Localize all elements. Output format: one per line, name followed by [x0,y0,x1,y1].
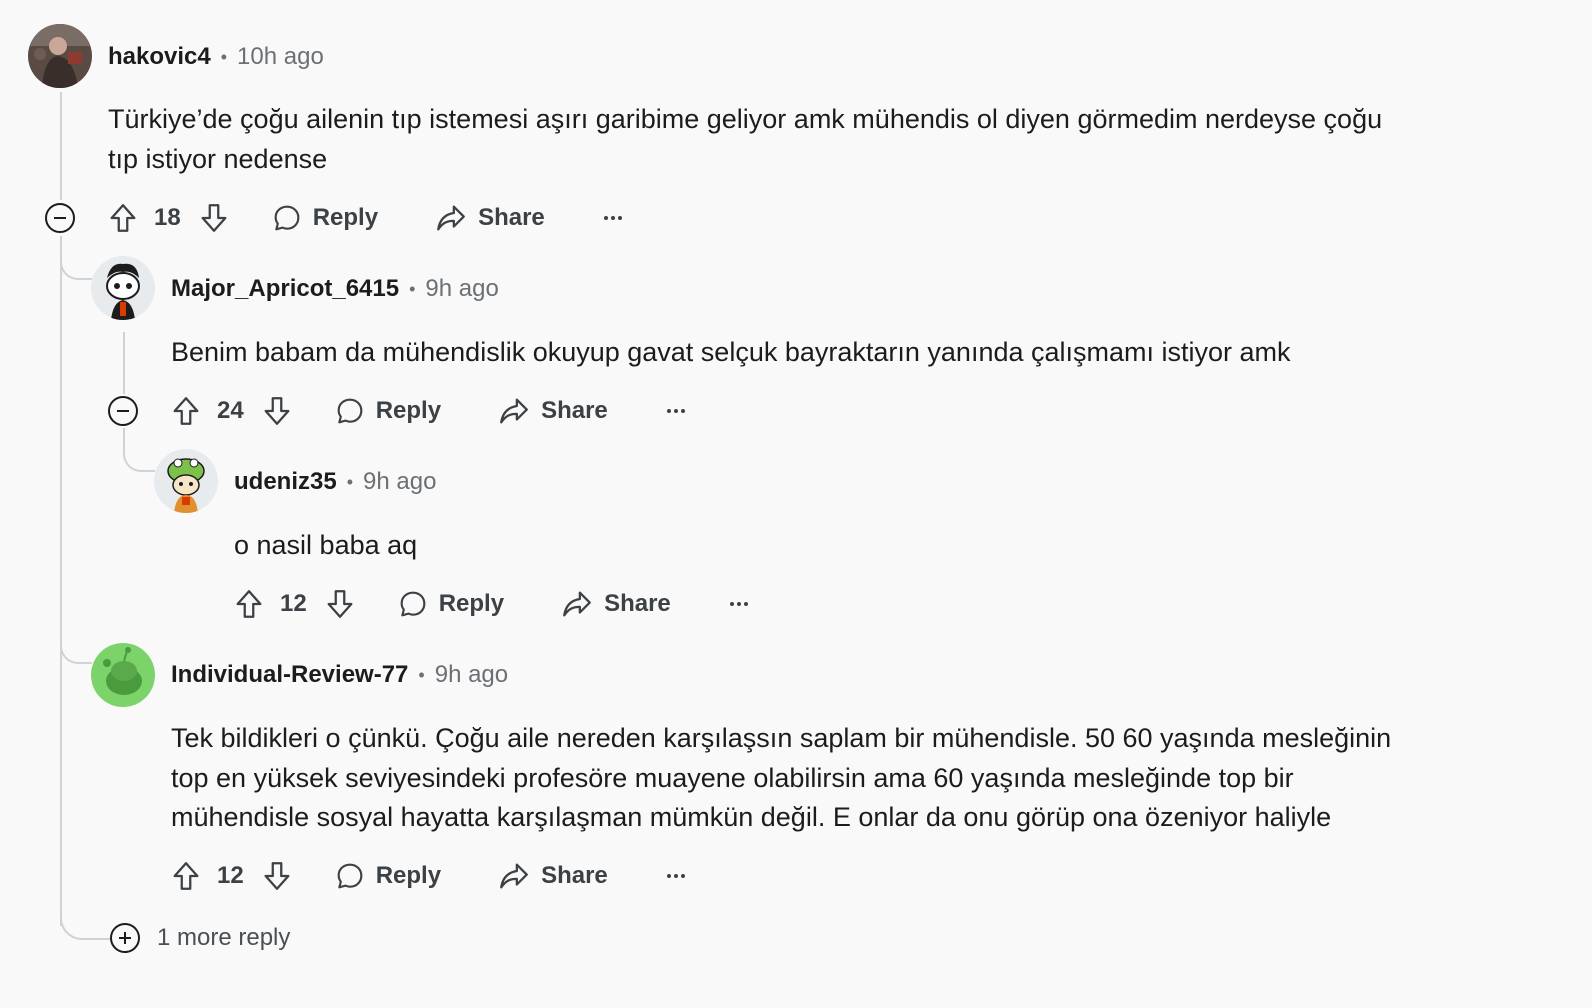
comment-actions-individual-review: 12 Reply Share [169,854,688,898]
share-label: Share [541,862,608,889]
share-label: Share [478,204,545,231]
meta-separator: • [220,46,228,67]
comment-meta-hakovic4: hakovic4 • 10h ago [108,41,324,73]
comment-body-major-apricot: Benim babam da mühendislik okuyup gavat … [171,333,1491,373]
more-replies-button[interactable]: 1 more reply [109,922,290,954]
share-arrow-icon [500,863,528,889]
thread-line-reply-1 [123,332,125,394]
comment-actions-udeniz35: 12 Reply Share [232,582,751,626]
comment-text-line: top en yüksek seviyesindeki profesöre mu… [171,762,1294,793]
meta-separator: • [409,278,416,299]
downvote-icon[interactable] [260,394,294,428]
comment-author[interactable]: Major_Apricot_6415 [171,275,399,303]
reply-bubble-icon [337,398,363,424]
meta-separator: • [346,471,354,492]
downvote-icon[interactable] [323,587,357,621]
comment-author[interactable]: Individual-Review-77 [171,661,408,689]
expand-plus-icon [110,923,140,953]
comment-meta-major-apricot: Major_Apricot_6415 • 9h ago [171,273,499,305]
downvote-icon[interactable] [197,201,231,235]
thread-curve-to-reply-2 [123,428,155,472]
more-options-icon[interactable] [727,592,751,616]
share-arrow-icon [500,398,528,424]
upvote-icon[interactable] [232,587,266,621]
share-arrow-icon [563,591,591,617]
collapse-minus-icon [45,203,75,233]
vote-count: 24 [217,397,244,424]
comment-text-line: Tek bildikleri o çünkü. Çoğu aile nerede… [171,723,1392,753]
avatar-individual-review[interactable] [91,643,155,707]
downvote-icon[interactable] [260,859,294,893]
avatar-hakovic4[interactable] [28,24,92,88]
reply-label: Reply [438,590,505,617]
collapse-thread-button[interactable] [107,395,139,427]
reply-bubble-icon [400,591,426,617]
reply-button[interactable]: Reply [334,860,441,892]
meta-separator: • [418,664,425,685]
reply-bubble-icon [274,205,300,231]
comment-timestamp[interactable]: 9h ago [363,468,436,496]
more-options-icon[interactable] [601,206,625,230]
collapse-thread-button[interactable] [44,202,76,234]
share-button[interactable]: Share [497,859,608,893]
thread-curve-to-reply-3 [60,640,92,664]
avatar-major-apricot[interactable] [91,256,155,320]
comment-author[interactable]: udeniz35 [234,468,337,496]
thread-line-root-lower [60,236,62,926]
comment-text-line: mühendisle sosyal hayatta karşılaşman mü… [171,802,1332,832]
more-options-icon[interactable] [664,399,688,423]
reply-bubble-icon [337,863,363,889]
more-replies-label: 1 more reply [157,924,291,951]
vote-count: 18 [154,204,181,231]
reply-button[interactable]: Reply [271,202,378,234]
comment-body-udeniz35: o nasil baba aq [234,526,1434,566]
share-label: Share [604,590,671,617]
comment-timestamp[interactable]: 9h ago [425,275,498,303]
comment-meta-udeniz35: udeniz35 • 9h ago [234,466,436,498]
comment-text-line: Benim babam da mühendislik okuyup gavat … [171,337,1291,367]
share-arrow-icon [437,205,465,231]
vote-count: 12 [217,862,244,889]
collapse-minus-icon [108,396,138,426]
comment-body-hakovic4: Türkiye’de çoğu ailenin tıp istemesi aşı… [108,100,1488,179]
avatar-udeniz35[interactable] [154,449,218,513]
thread-curve-root-bottom [60,900,110,940]
more-options-icon[interactable] [664,864,688,888]
upvote-icon[interactable] [106,201,140,235]
comment-meta-individual-review: Individual-Review-77 • 9h ago [171,659,508,691]
comment-actions-hakovic4: 18 Reply Share [106,196,625,240]
share-button[interactable]: Share [434,201,545,235]
reply-button[interactable]: Reply [334,395,441,427]
comment-body-individual-review: Tek bildikleri o çünkü. Çoğu aile nerede… [171,719,1501,838]
comment-text-line: tıp istiyor nedense [108,143,328,174]
comment-author[interactable]: hakovic4 [108,43,211,71]
share-button[interactable]: Share [497,394,608,428]
comment-actions-major-apricot: 24 Reply Share [169,389,688,433]
thread-curve-to-reply-1 [60,256,92,280]
upvote-icon[interactable] [169,394,203,428]
comment-timestamp[interactable]: 9h ago [435,661,508,689]
reply-label: Reply [375,862,442,889]
reply-label: Reply [375,397,442,424]
comment-text-line: Türkiye’de çoğu ailenin tıp istemesi aşı… [108,104,1383,134]
share-label: Share [541,397,608,424]
upvote-icon[interactable] [169,859,203,893]
comment-timestamp[interactable]: 10h ago [237,43,324,71]
reply-button[interactable]: Reply [397,588,504,620]
vote-count: 12 [280,590,307,617]
comment-text-line: o nasil baba aq [234,530,418,560]
reply-label: Reply [312,204,379,231]
thread-line-root [60,92,62,200]
share-button[interactable]: Share [560,587,671,621]
